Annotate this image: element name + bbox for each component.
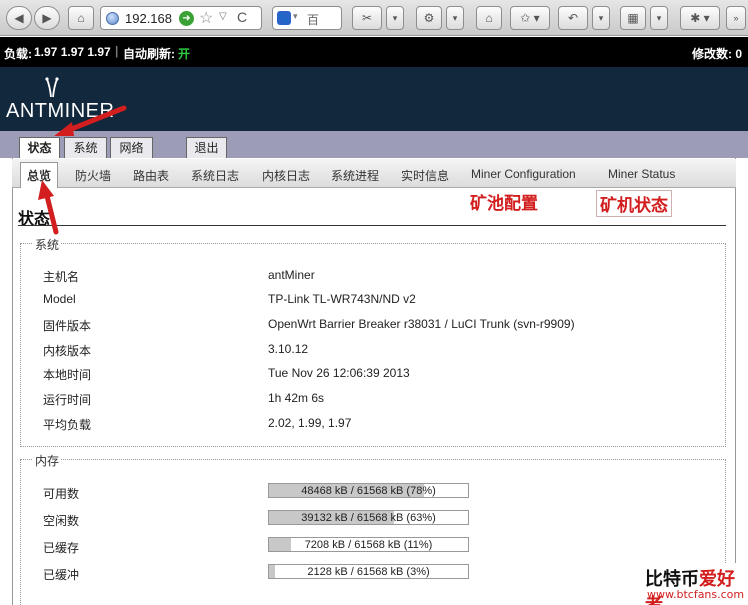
- subtab-kernel-log[interactable]: 内核日志: [262, 167, 310, 184]
- load-average-label: 平均负载: [43, 418, 92, 432]
- load-average-value: 2.02, 1.99, 1.97: [268, 416, 352, 430]
- subtab-realtime[interactable]: 实时信息: [401, 167, 449, 184]
- subtab-miner-status[interactable]: Miner Status: [608, 167, 675, 181]
- uptime-value: 1h 42m 6s: [268, 391, 325, 405]
- search-text: 百: [307, 13, 320, 27]
- system-fieldset: 系统 主机名 antMiner Model TP-Link TL-WR743N/…: [20, 236, 726, 447]
- memory-legend: 内存: [33, 452, 62, 469]
- subtab-syslog[interactable]: 系统日志: [191, 167, 239, 184]
- memory-fieldset: 内存 可用数 48468 kB / 61568 kB (78%) 空闲数 391…: [20, 452, 726, 605]
- gear-icon: ⚙: [423, 11, 435, 25]
- tab-logout[interactable]: 退出: [186, 137, 227, 159]
- memory-total-text: 48468 kB / 61568 kB (78%): [301, 485, 436, 497]
- memory-free-label: 空闲数: [43, 514, 80, 528]
- globe-icon: [106, 12, 119, 25]
- model-label: Model: [43, 292, 76, 306]
- star-icon[interactable]: ☆: [199, 8, 213, 28]
- memory-total-bar: 48468 kB / 61568 kB (78%): [268, 483, 469, 498]
- apps-dropdown[interactable]: ▾: [650, 6, 668, 30]
- annotation-pool-config: 矿池配置: [470, 194, 538, 213]
- dropdown-icon[interactable]: ▽: [219, 11, 227, 22]
- search-input[interactable]: 🐾 ▾ 百: [272, 6, 342, 30]
- watermark-title-a: 比特币: [645, 569, 699, 589]
- title-divider: [18, 225, 726, 226]
- watermark-url: www.btcfans.com: [647, 588, 745, 601]
- overflow-button[interactable]: »: [726, 6, 746, 30]
- addon-button[interactable]: ⚙: [416, 6, 442, 30]
- load-value: 1.97 1.97 1.97: [34, 45, 111, 59]
- auto-refresh-toggle[interactable]: 开: [178, 45, 190, 62]
- search-dropdown-icon[interactable]: ▾: [293, 11, 298, 22]
- subtab-firewall[interactable]: 防火墙: [75, 167, 111, 184]
- undo-dropdown[interactable]: ▾: [592, 6, 610, 30]
- local-time-label: 本地时间: [43, 368, 92, 382]
- memory-free-text: 39132 kB / 61568 kB (63%): [301, 512, 436, 524]
- browser-toolbar: ◀ ▶ ⌂ 192.168 ➜ ☆ ▽ C 🐾 ▾ 百 ✂ ▾ ⚙ ▾ ⌂ ✩ …: [0, 0, 748, 36]
- addon-dropdown[interactable]: ▾: [446, 6, 464, 30]
- memory-cached-text: 7208 kB / 61568 kB (11%): [304, 539, 433, 551]
- arrow-to-overview-tab: [38, 180, 59, 235]
- memory-buffered-bar: 2128 kB / 61568 kB (3%): [268, 564, 469, 579]
- extension-button[interactable]: ✱ ▾: [680, 6, 720, 30]
- subtab-routes[interactable]: 路由表: [133, 167, 169, 184]
- status-separator: |: [115, 44, 119, 58]
- page-icon: ⌂: [77, 11, 85, 25]
- firmware-label: 固件版本: [43, 319, 92, 333]
- hostname-value: antMiner: [268, 268, 315, 282]
- url-text: 192.168: [125, 11, 172, 26]
- hostname-label: 主机名: [43, 270, 80, 284]
- memory-cached-label: 已缓存: [43, 541, 80, 555]
- memory-buffered-label: 已缓冲: [43, 568, 80, 582]
- undo-icon: ↶: [567, 11, 579, 25]
- status-bar: 负载: 1.97 1.97 1.97 | 自动刷新: 开 修改数: 0: [0, 37, 748, 67]
- system-legend: 系统: [33, 236, 62, 253]
- apps-icon: ▦: [627, 11, 639, 25]
- annotation-miner-status: 矿机状态: [596, 190, 672, 217]
- reload-icon[interactable]: C: [237, 9, 247, 25]
- apps-button[interactable]: ▦: [620, 6, 646, 30]
- subtab-processes[interactable]: 系统进程: [331, 167, 379, 184]
- tools-dropdown[interactable]: ▾: [386, 6, 404, 30]
- memory-buffered-text: 2128 kB / 61568 kB (3%): [307, 566, 430, 578]
- baidu-icon: 🐾: [277, 11, 291, 25]
- kernel-value: 3.10.12: [268, 342, 309, 356]
- url-bar[interactable]: 192.168 ➜ ☆ ▽ C: [100, 6, 262, 30]
- memory-total-label: 可用数: [43, 487, 80, 501]
- model-value: TP-Link TL-WR743N/ND v2: [268, 292, 416, 306]
- subtab-miner-configuration[interactable]: Miner Configuration: [471, 167, 576, 181]
- bookmark-button[interactable]: ✩ ▾: [510, 6, 550, 30]
- scissors-icon: ✂: [361, 11, 373, 25]
- bug-icon: ✱ ▾: [690, 11, 710, 25]
- home-button[interactable]: ⌂: [476, 6, 502, 30]
- memory-free-bar: 39132 kB / 61568 kB (63%): [268, 510, 469, 525]
- back-button[interactable]: ◀: [6, 6, 32, 30]
- undo-button[interactable]: ↶: [558, 6, 588, 30]
- sub-nav: 总览 防火墙 路由表 系统日志 内核日志 系统进程 实时信息 Miner Con…: [12, 159, 736, 188]
- go-icon[interactable]: ➜: [179, 11, 194, 26]
- bookmark-icon: ✩ ▾: [520, 11, 540, 25]
- home-icon: ⌂: [485, 11, 493, 25]
- memory-cached-bar: 7208 kB / 61568 kB (11%): [268, 537, 469, 552]
- forward-button[interactable]: ▶: [34, 6, 60, 30]
- auto-refresh-label: 自动刷新:: [123, 47, 175, 61]
- load-label: 负载:: [4, 47, 32, 61]
- local-time-value: Tue Nov 26 12:06:39 2013: [268, 366, 410, 380]
- watermark: 比特币爱好者 www.btcfans.com: [641, 563, 748, 605]
- arrow-to-status-tab: [54, 105, 127, 136]
- changes-count[interactable]: 修改数: 0: [692, 45, 742, 62]
- antenna-icon: [45, 77, 59, 98]
- tools-button[interactable]: ✂: [352, 6, 382, 30]
- uptime-label: 运行时间: [43, 393, 92, 407]
- site-icon-button[interactable]: ⌂: [68, 6, 94, 30]
- firmware-value: OpenWrt Barrier Breaker r38031 / LuCI Tr…: [268, 317, 575, 331]
- kernel-label: 内核版本: [43, 344, 92, 358]
